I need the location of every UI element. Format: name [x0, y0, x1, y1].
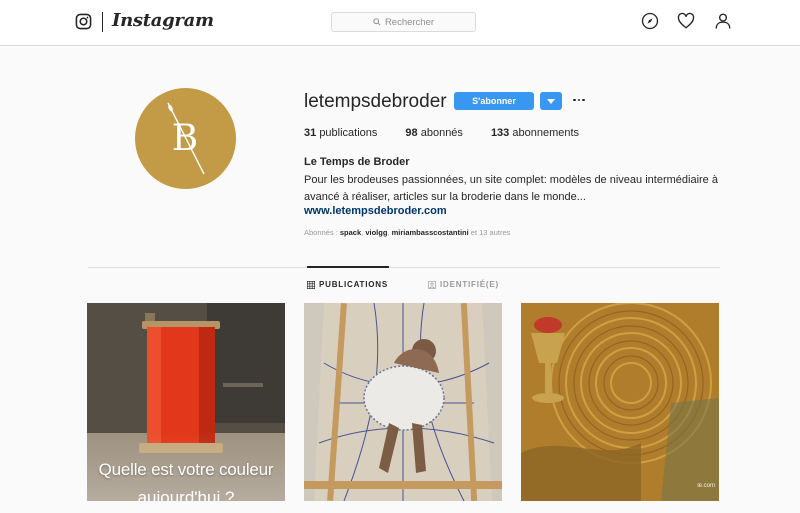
following-count-value: 133 [490, 127, 510, 139]
post-thumbnail[interactable]: Quelle est votre couleur aujourd'hui ? [87, 303, 285, 501]
profile-bio: Pour les brodeuses passionnées, un site … [304, 174, 718, 203]
nav-divider [102, 12, 103, 32]
posts-count: 31 publications [304, 127, 377, 139]
profile-username: letempsdebroder [304, 91, 447, 112]
profile-icon[interactable] [714, 12, 732, 30]
profile-avatar: B [135, 88, 236, 189]
caret-down-icon [547, 98, 555, 104]
follower-name: violgg [365, 228, 388, 237]
embroidered-figure-photo [304, 303, 502, 501]
ellipsis-dot [582, 98, 585, 102]
tabs-divider [88, 267, 720, 268]
ellipsis-dot [573, 98, 576, 102]
gold-embroidery-photo [521, 303, 719, 501]
profile-full-name: Le Temps de Broder [304, 156, 410, 168]
followers-count-label: abonnés [420, 127, 463, 139]
tab-publications-label: PUBLICATIONS [319, 280, 389, 289]
post-watermark: lé.com [697, 483, 715, 489]
followed-by-suffix: et 13 autres [470, 228, 511, 237]
grid-icon [307, 280, 315, 289]
tab-tagged-label: IDENTIFIÉ(E) [440, 280, 499, 289]
followed-by[interactable]: Abonnés : spack, violgg, miriambasscosta… [304, 228, 510, 237]
more-options-button[interactable] [572, 93, 586, 107]
posts-count-value: 31 [304, 127, 317, 139]
le-temps-de-broder-logo: B [167, 102, 205, 175]
post-caption-line2: aujourd'hui ? [137, 488, 235, 501]
active-tab-indicator [307, 266, 389, 268]
profile-stats: 31 publications 98 abonnés 133 abonnemen… [304, 127, 607, 139]
post-caption: Quelle est votre couleur [98, 460, 274, 479]
heart-icon[interactable] [677, 12, 695, 30]
search-icon [373, 18, 381, 26]
follower-name: miriambasscostantini [391, 228, 469, 237]
svg-text:B: B [172, 118, 198, 159]
posts-count-label: publications [319, 127, 378, 139]
follower-name: spack [339, 228, 362, 237]
ellipsis-dot [577, 98, 581, 102]
followed-by-prefix: Abonnés : [304, 228, 340, 237]
follow-button[interactable]: S'abonner [454, 92, 534, 110]
suggestions-dropdown-button[interactable] [540, 92, 562, 110]
tab-publications[interactable]: PUBLICATIONS [307, 280, 388, 289]
post-thumbnail[interactable] [304, 303, 502, 501]
followers-count[interactable]: 98 abonnés [405, 127, 463, 139]
post-thumbnail[interactable]: lé.com [521, 303, 719, 501]
following-count-label: abonnements [512, 127, 580, 139]
instagram-glyph-icon[interactable] [75, 13, 92, 30]
search-placeholder: Rechercher [384, 16, 435, 28]
search-input[interactable]: Rechercher [331, 12, 476, 32]
compass-icon[interactable] [641, 12, 659, 30]
instagram-wordmark[interactable]: Instagram [112, 10, 214, 31]
followers-count-value: 98 [405, 127, 418, 139]
profile-website-link[interactable]: www.letempsdebroder.com [304, 205, 447, 217]
tagged-user-icon [428, 280, 436, 289]
top-navigation-bar: Instagram Rechercher [0, 0, 800, 46]
following-count[interactable]: 133 abonnements [491, 127, 579, 139]
tab-tagged[interactable]: IDENTIFIÉ(E) [428, 280, 499, 289]
